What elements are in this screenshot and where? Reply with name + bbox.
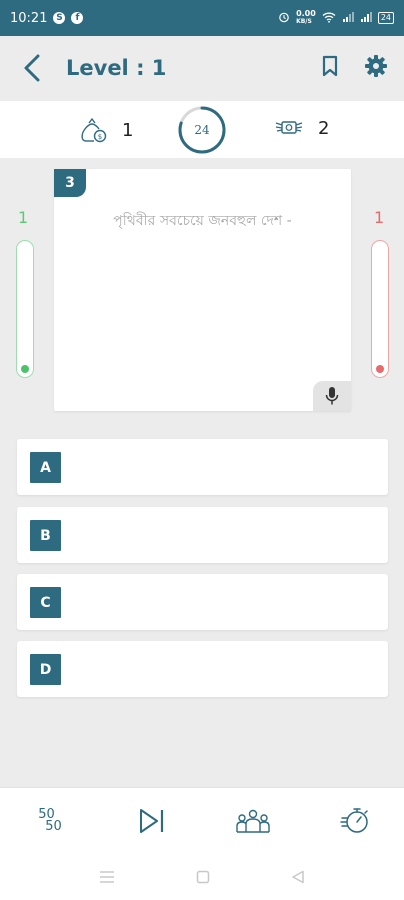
correct-meter (16, 240, 34, 378)
page-title: Level : 1 (66, 56, 167, 80)
svg-text:$: $ (98, 133, 102, 141)
fifty-bottom: 50 (45, 819, 62, 834)
timer-value: 24 (194, 123, 210, 137)
audience-group-icon (236, 809, 270, 833)
option-d-badge: D (30, 654, 61, 685)
wrong-meter (371, 240, 389, 378)
countdown-timer: 24 (177, 105, 227, 155)
settings-button[interactable] (364, 54, 388, 82)
gear-icon (365, 55, 387, 77)
back-button[interactable] (16, 48, 48, 88)
skype-notification-icon: S (53, 12, 66, 24)
status-time: 10:21 (10, 10, 48, 26)
money-bag-icon: $ (81, 117, 107, 143)
system-nav-bar (0, 853, 404, 900)
skip-next-icon (140, 809, 164, 833)
stats-bar: $ 1 24 2 (0, 101, 404, 158)
home-nav-button[interactable] (193, 867, 213, 887)
option-a-badge: A (30, 452, 61, 483)
status-bar: 10:21 S f 0.00 KB/S 24 (0, 0, 404, 36)
lifelines-bar: 50 50 (0, 787, 404, 853)
correct-score: 1 (18, 208, 29, 227)
wifi-icon (322, 11, 336, 26)
bookmark-button[interactable] (322, 55, 338, 81)
option-c-badge: C (30, 587, 61, 618)
wrong-score: 1 (374, 208, 385, 227)
prize-count: 2 (318, 117, 330, 139)
option-d[interactable]: D (17, 641, 388, 697)
signal-icon-1 (342, 11, 354, 26)
back-triangle-icon (292, 870, 304, 884)
skip-question-button[interactable] (132, 802, 172, 840)
coins-stat: $ 1 (80, 117, 133, 143)
network-speed-unit: KB/S (296, 18, 312, 25)
bookmark-icon (322, 55, 338, 77)
option-b[interactable]: B (17, 507, 388, 563)
back-nav-button[interactable] (288, 867, 308, 887)
microphone-icon (325, 387, 339, 405)
menu-nav-button[interactable] (97, 867, 117, 887)
prize-stat: 2 (274, 117, 329, 139)
stopwatch-icon (340, 808, 368, 833)
wrong-meter-dot (376, 365, 384, 373)
time-freeze-button[interactable] (335, 802, 375, 840)
fifty-fifty-icon: 50 50 (38, 808, 62, 834)
chevron-left-icon (24, 54, 40, 82)
fifty-fifty-button[interactable]: 50 50 (30, 802, 70, 840)
option-c[interactable]: C (17, 574, 388, 630)
app-bar: Level : 1 (0, 36, 404, 100)
option-a[interactable]: A (17, 439, 388, 495)
network-speed: 0.00 (296, 9, 316, 18)
menu-icon (100, 871, 114, 883)
correct-meter-dot (21, 365, 29, 373)
battery-icon: 24 (377, 12, 394, 24)
voice-input-button[interactable] (313, 381, 351, 411)
question-text: পৃথিবীর সবচেয়ে জনবহুল দেশ - (113, 213, 292, 229)
question-number: 3 (54, 169, 86, 197)
signal-icon-2 (360, 11, 372, 26)
home-square-icon (196, 870, 210, 884)
question-card: 3 পৃথিবীর সবচেয়ে জনবহুল দেশ - (54, 169, 351, 411)
alarm-icon (278, 11, 290, 26)
coins-count: 1 (122, 119, 134, 141)
cash-wings-icon (275, 121, 303, 134)
audience-poll-button[interactable] (233, 802, 273, 840)
option-b-badge: B (30, 520, 61, 551)
facebook-notification-icon: f (71, 12, 84, 24)
